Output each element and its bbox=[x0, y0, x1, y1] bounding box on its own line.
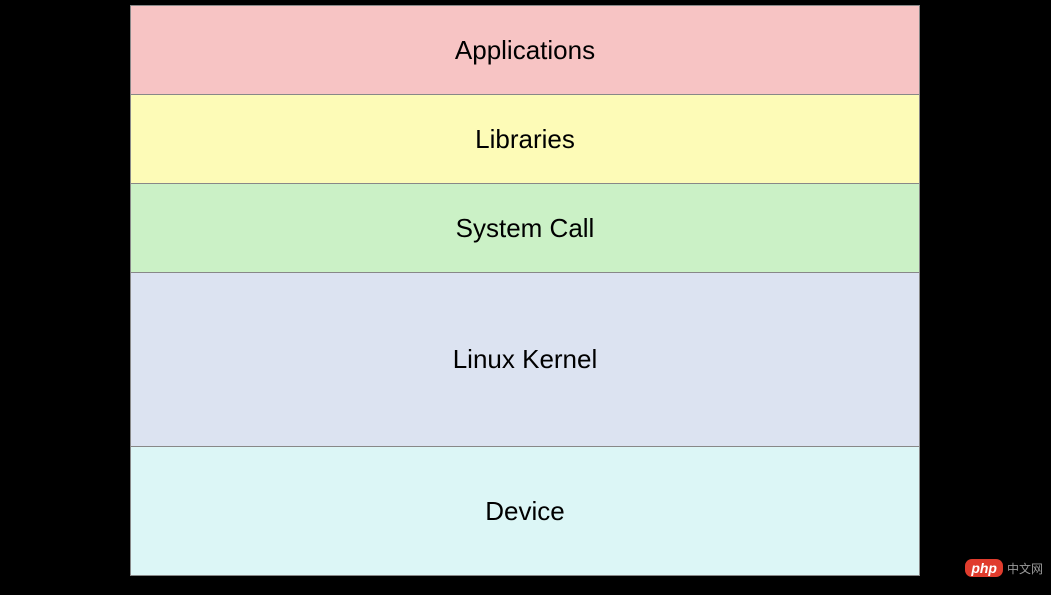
layer-system-call-label: System Call bbox=[456, 213, 595, 244]
watermark-text: 中文网 bbox=[1007, 560, 1043, 577]
layer-device-label: Device bbox=[485, 496, 564, 527]
layer-applications: Applications bbox=[130, 5, 920, 95]
layer-device: Device bbox=[130, 446, 920, 576]
layer-linux-kernel: Linux Kernel bbox=[130, 272, 920, 447]
layer-applications-label: Applications bbox=[455, 35, 595, 66]
layer-linux-kernel-label: Linux Kernel bbox=[453, 344, 598, 375]
watermark: php 中文网 bbox=[965, 559, 1043, 577]
layer-libraries-label: Libraries bbox=[475, 124, 575, 155]
watermark-badge: php bbox=[965, 559, 1003, 577]
layer-system-call: System Call bbox=[130, 183, 920, 273]
layer-stack-diagram: Applications Libraries System Call Linux… bbox=[130, 5, 920, 576]
layer-libraries: Libraries bbox=[130, 94, 920, 184]
